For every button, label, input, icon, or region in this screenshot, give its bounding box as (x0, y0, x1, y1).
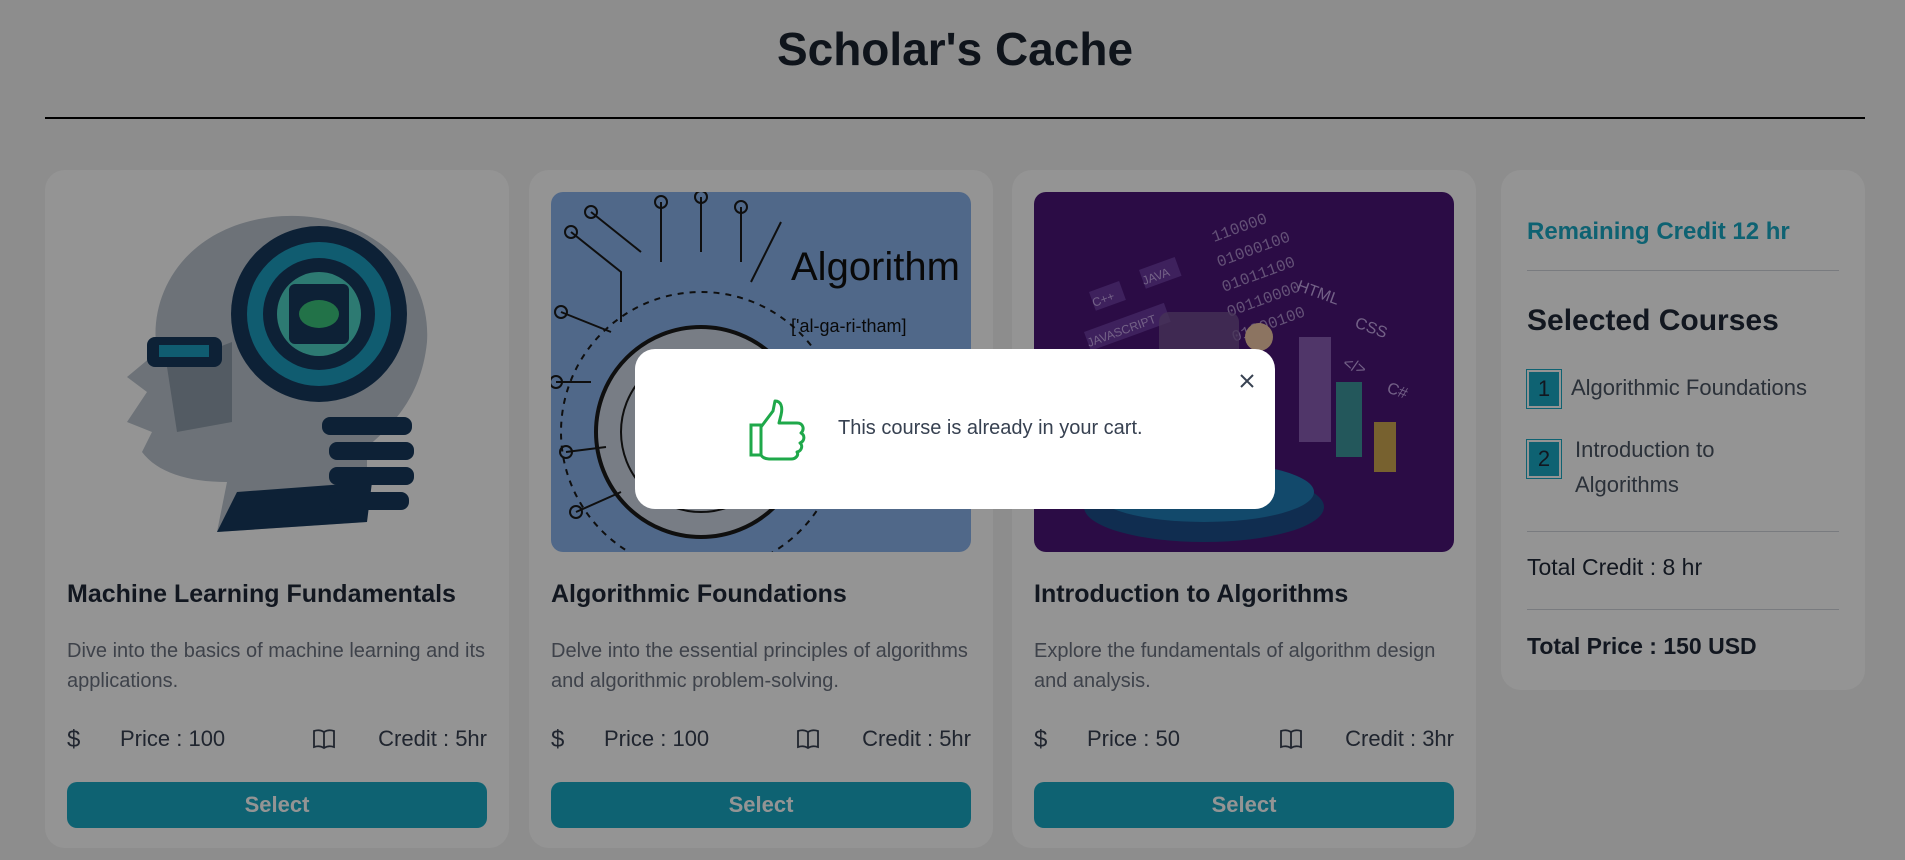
thumbs-up-icon (745, 397, 809, 466)
close-icon[interactable] (1235, 369, 1259, 393)
modal-message: This course is already in your cart. (838, 417, 1143, 439)
alert-modal: This course is already in your cart. (635, 349, 1275, 509)
